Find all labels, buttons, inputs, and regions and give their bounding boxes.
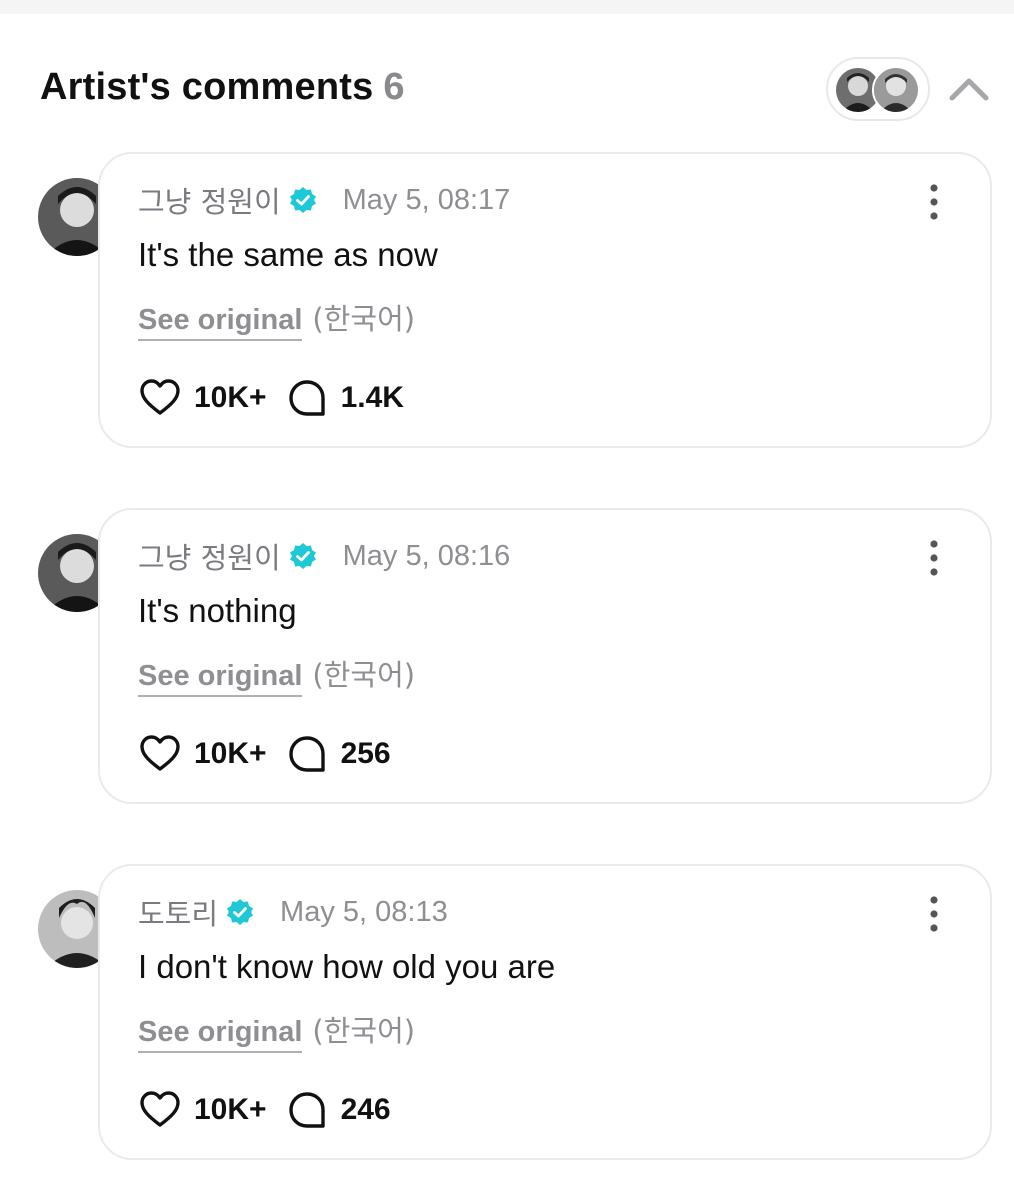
- comment-meta: 그냥 정원이 May 5, 08:16: [138, 536, 510, 576]
- reply-button[interactable]: 1.4K: [285, 376, 404, 420]
- author-name[interactable]: 그냥 정원이: [138, 179, 281, 221]
- like-count: 10K+: [194, 737, 267, 770]
- translation-row: See original (한국어): [138, 652, 415, 697]
- reply-count: 1.4K: [340, 381, 404, 414]
- chevron-up-icon[interactable]: [946, 70, 992, 106]
- comment-card[interactable]: 그냥 정원이 May 5, 08:17 It's the same as now…: [98, 152, 992, 448]
- comment-text: It's nothing: [138, 592, 297, 629]
- speech-bubble-icon: [288, 736, 325, 772]
- reply-button[interactable]: 246: [285, 1088, 391, 1132]
- like-button[interactable]: 10K+: [138, 1088, 267, 1132]
- more-options-icon[interactable]: [922, 538, 946, 578]
- speech-bubble-icon: [288, 380, 325, 416]
- comment-actions: 10K+ 246: [138, 1088, 391, 1132]
- original-language: (한국어): [312, 1014, 416, 1048]
- comment-actions: 10K+ 256: [138, 732, 391, 776]
- comment-meta: 그냥 정원이 May 5, 08:17: [138, 180, 510, 220]
- heart-icon: [140, 1091, 180, 1127]
- avatar: [872, 66, 920, 114]
- comment-timestamp: May 5, 08:17: [342, 183, 511, 216]
- comment-card[interactable]: 그냥 정원이 May 5, 08:16 It's nothing See ori…: [98, 508, 992, 804]
- status-strip: [0, 0, 1014, 14]
- more-options-icon[interactable]: [922, 894, 946, 934]
- heart-icon: [140, 735, 180, 771]
- like-button[interactable]: 10K+: [138, 376, 267, 420]
- comment-text: I don't know how old you are: [138, 948, 556, 985]
- section-title-label: Artist's comments: [40, 66, 374, 108]
- like-count: 10K+: [194, 1093, 267, 1126]
- verified-badge-icon: [289, 543, 316, 569]
- author-name[interactable]: 그냥 정원이: [138, 535, 281, 577]
- verified-badge-icon: [227, 899, 254, 925]
- comment-count: 6: [383, 66, 405, 108]
- like-count: 10K+: [194, 381, 267, 414]
- comment-card[interactable]: 도토리 May 5, 08:13 I don't know how old yo…: [98, 864, 992, 1160]
- translation-row: See original (한국어): [138, 1008, 415, 1053]
- artist-comments-header: Artist's comments 6: [0, 14, 1014, 144]
- heart-icon: [140, 379, 180, 415]
- author-name[interactable]: 도토리: [138, 891, 218, 933]
- artist-avatar-stack[interactable]: [826, 57, 930, 121]
- section-title: Artist's comments 6: [40, 66, 405, 109]
- like-button[interactable]: 10K+: [138, 732, 267, 776]
- see-original-link[interactable]: See original: [138, 304, 303, 341]
- see-original-link[interactable]: See original: [138, 1016, 303, 1053]
- comment-timestamp: May 5, 08:13: [280, 895, 448, 928]
- more-options-icon[interactable]: [922, 182, 946, 222]
- speech-bubble-icon: [288, 1092, 325, 1128]
- comment-timestamp: May 5, 08:16: [342, 539, 511, 572]
- original-language: (한국어): [312, 658, 416, 692]
- reply-count: 246: [340, 1093, 391, 1126]
- reply-count: 256: [340, 737, 391, 770]
- reply-button[interactable]: 256: [285, 732, 391, 776]
- original-language: (한국어): [312, 302, 416, 336]
- comment-text: It's the same as now: [138, 236, 438, 273]
- comment-meta: 도토리 May 5, 08:13: [138, 892, 448, 932]
- translation-row: See original (한국어): [138, 296, 415, 341]
- see-original-link[interactable]: See original: [138, 660, 303, 697]
- comment-actions: 10K+ 1.4K: [138, 376, 404, 420]
- verified-badge-icon: [289, 187, 316, 213]
